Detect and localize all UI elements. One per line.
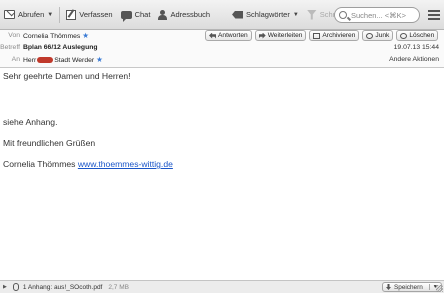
signature: Cornelia Thömmes www.thoemmes-wittig.de	[3, 159, 173, 169]
junk-label: Junk	[375, 32, 390, 39]
star-icon[interactable]: ★	[82, 31, 89, 40]
signature-link[interactable]: www.thoemmes-wittig.de	[78, 159, 173, 169]
star-icon[interactable]: ★	[96, 55, 103, 64]
save-attachment-button[interactable]: Speichern ▼	[382, 282, 442, 292]
app-menu-button[interactable]	[428, 8, 440, 21]
recipient-suffix: Stadt Werder	[54, 57, 95, 64]
compose-icon	[66, 9, 77, 20]
chat-label: Chat	[134, 10, 151, 19]
from-label: Von	[8, 32, 20, 39]
address-book-label: Adressbuch	[170, 10, 211, 19]
compose-label: Verfassen	[79, 10, 113, 19]
toolbar-divider	[59, 6, 61, 23]
greeting-text: Sehr geehrte Damen und Herren!	[3, 71, 131, 81]
expand-toggle-icon[interactable]: ▶	[3, 284, 7, 290]
to-label: An	[11, 56, 20, 63]
chat-button[interactable]: Chat	[117, 5, 155, 25]
tags-label: Schlagwörter	[246, 10, 290, 19]
tags-button[interactable]: Schlagwörter ▼	[228, 5, 303, 25]
tag-icon	[232, 10, 244, 19]
delete-label: Löschen	[409, 32, 435, 39]
save-label: Speichern	[394, 283, 423, 291]
address-book-icon	[158, 9, 168, 20]
signature-name: Cornelia Thömmes	[3, 159, 76, 169]
junk-button[interactable]: Junk	[362, 30, 394, 41]
reply-icon	[209, 32, 216, 39]
closing-text: Mit freundlichen Grüßen	[3, 138, 96, 148]
search-icon	[339, 11, 347, 19]
chevron-down-icon[interactable]: ▼	[47, 12, 53, 18]
attachment-bar: ▶ 1 Anhang: aus!_SOcoth.pdf 2,7 MB Speic…	[0, 280, 444, 293]
message-header: Von Cornelia Thömmes ★ Antworten Weiterle…	[0, 30, 444, 68]
from-value[interactable]: Cornelia Thömmes ★	[23, 31, 89, 42]
chat-icon	[120, 10, 132, 22]
forward-icon	[258, 32, 266, 39]
recipient-prefix: Herr	[23, 57, 37, 64]
compose-button[interactable]: Verfassen	[62, 5, 116, 25]
archive-icon	[313, 32, 321, 39]
message-body: Sehr geehrte Damen und Herren! siehe Anh…	[0, 68, 444, 278]
chevron-down-icon[interactable]: ▼	[293, 12, 299, 18]
mail-icon	[4, 10, 15, 19]
archive-label: Archivieren	[322, 32, 356, 39]
subject-value: Bplan 66/12 Auslegung	[23, 44, 98, 51]
junk-icon	[366, 32, 374, 39]
body-text: siehe Anhang.	[3, 117, 58, 127]
message-date: 19.07.13 15:44	[393, 44, 439, 51]
reply-label: Antworten	[218, 32, 248, 39]
forward-button[interactable]: Weiterleiten	[254, 30, 307, 41]
resize-grip[interactable]	[436, 285, 443, 292]
attachment-summary[interactable]: 1 Anhang: aus!_SOcoth.pdf	[23, 284, 103, 291]
attachment-size: 2,7 MB	[108, 283, 129, 291]
get-mail-label: Abrufen	[18, 10, 45, 19]
address-book-button[interactable]: Adressbuch	[154, 5, 214, 25]
message-actions: Antworten Weiterleiten Archivieren Junk …	[205, 30, 441, 41]
delete-icon	[400, 32, 408, 39]
search-input[interactable]: Suchen... <⌘K>	[334, 7, 420, 23]
get-mail-button[interactable]: Abrufen ▼	[0, 5, 57, 25]
sender-name[interactable]: Cornelia Thömmes	[23, 33, 80, 40]
reply-button[interactable]: Antworten	[205, 30, 252, 41]
paperclip-icon	[12, 283, 19, 291]
to-value[interactable]: Herr Stadt Werder ★	[23, 55, 103, 66]
download-icon	[386, 284, 391, 290]
other-actions-button[interactable]: Andere Aktionen	[389, 56, 439, 63]
filter-icon	[306, 9, 317, 20]
forward-label: Weiterleiten	[267, 32, 303, 39]
delete-button[interactable]: Löschen	[396, 30, 439, 41]
archive-button[interactable]: Archivieren	[309, 30, 360, 41]
search-placeholder: Suchen... <⌘K>	[351, 10, 407, 20]
redaction-mark	[37, 57, 54, 64]
hamburger-icon	[428, 10, 440, 12]
subject-label: Betreff	[0, 44, 20, 51]
